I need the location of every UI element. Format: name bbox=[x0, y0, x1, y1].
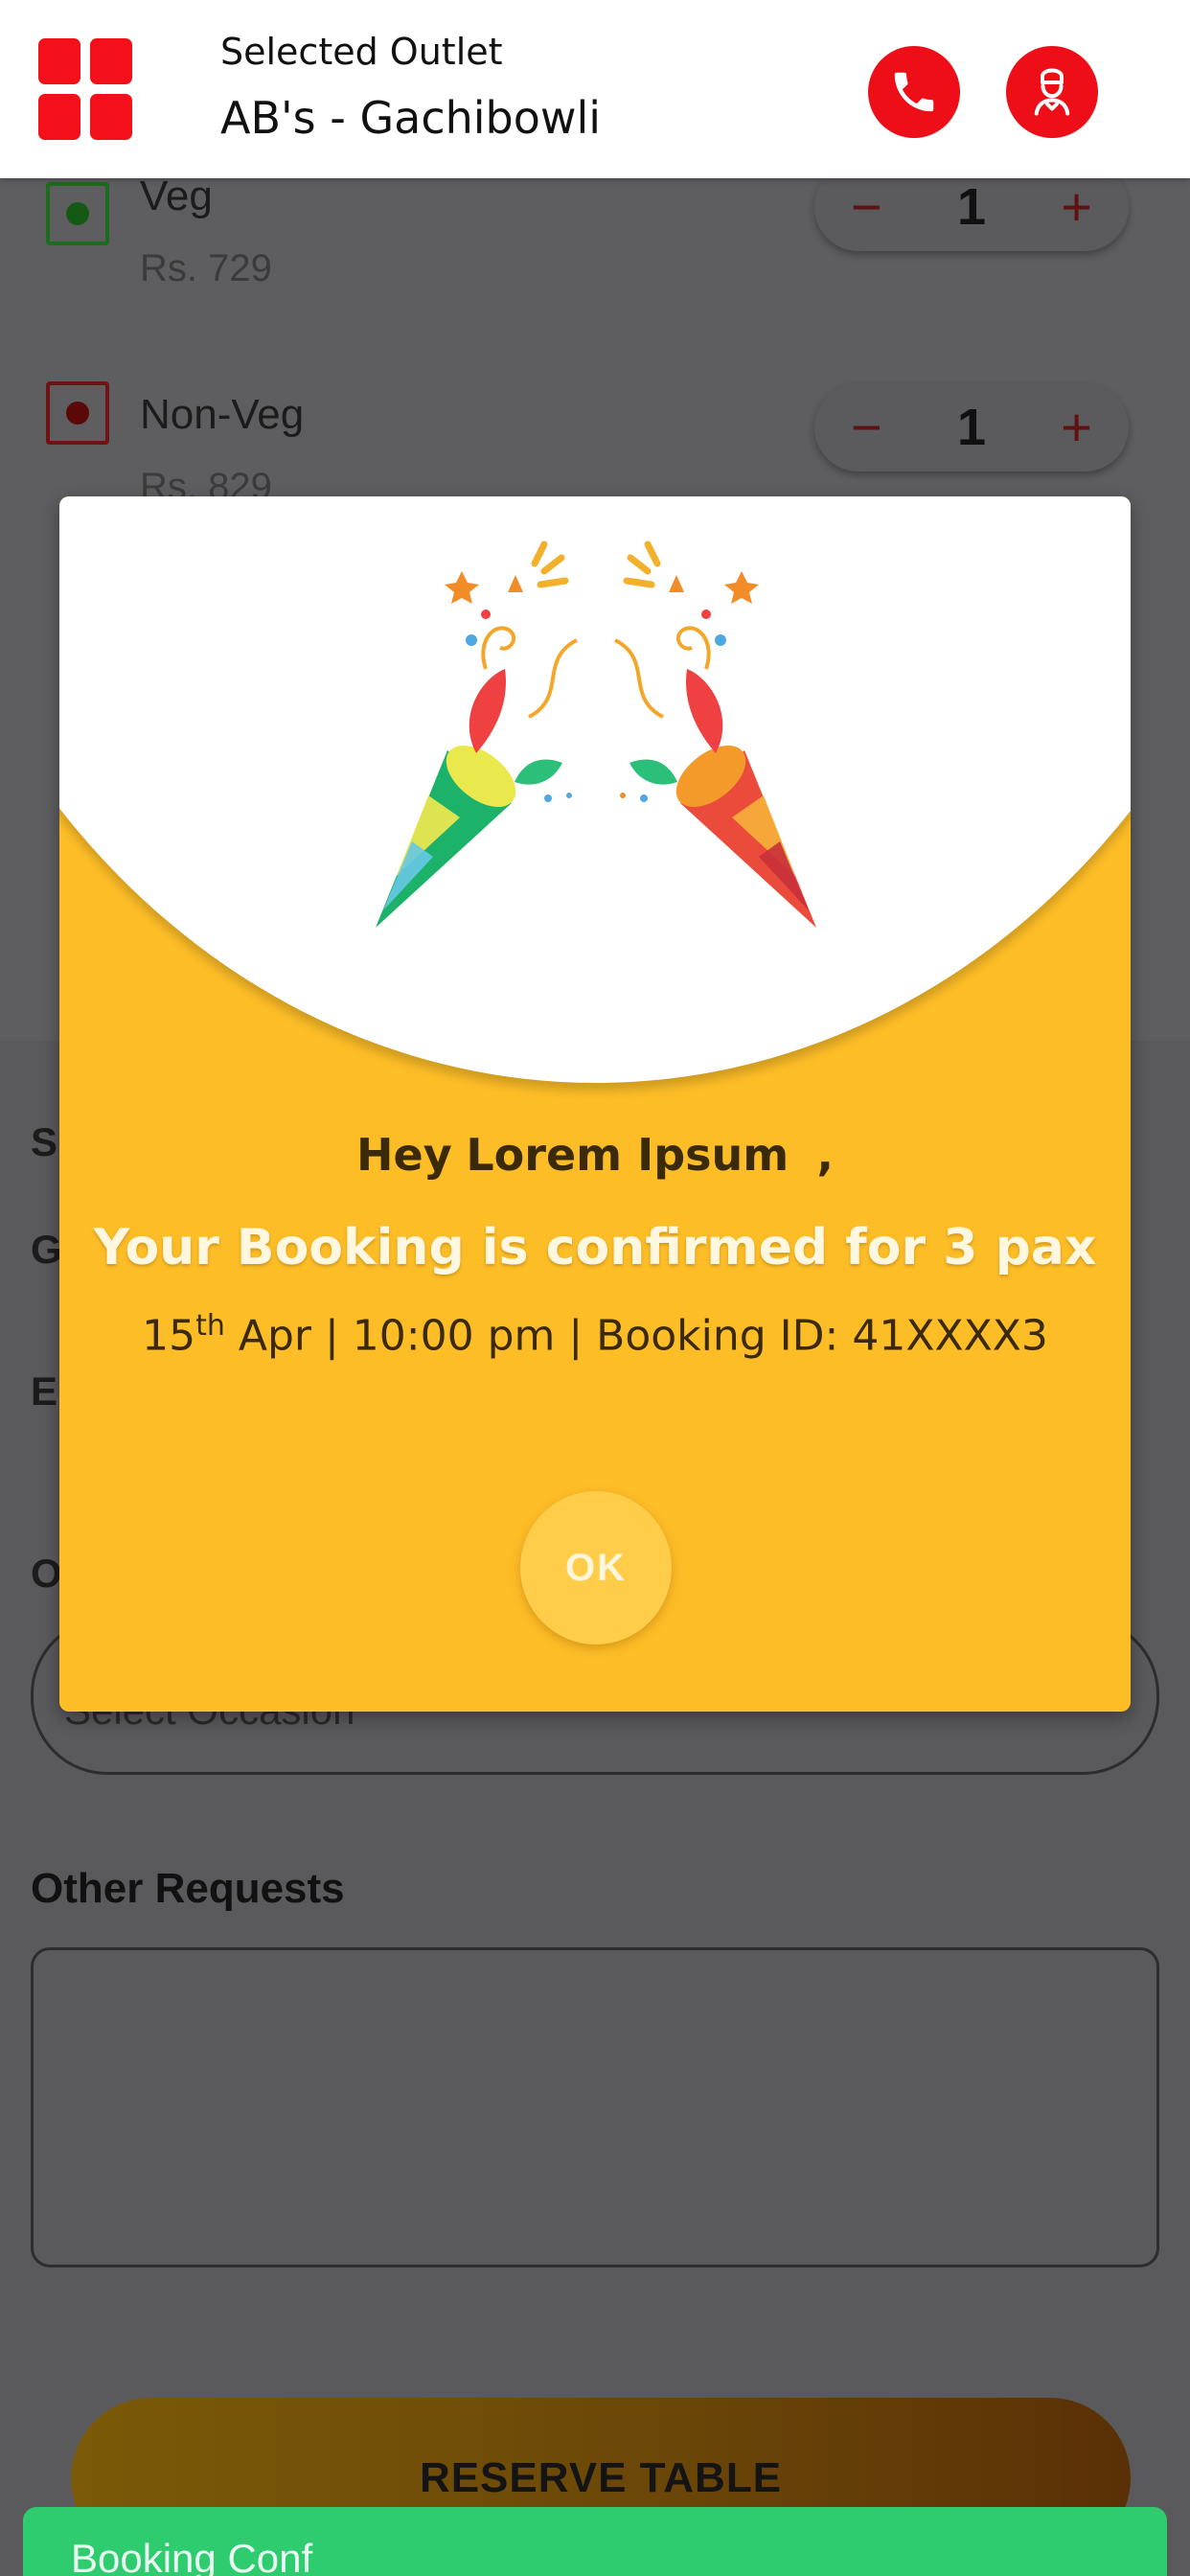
call-button[interactable] bbox=[868, 46, 960, 138]
grid-icon[interactable] bbox=[38, 38, 132, 140]
non-veg-indicator-icon bbox=[46, 381, 109, 445]
booking-details-rest: Apr | 10:00 pm | Booking ID: 41XXXX3 bbox=[224, 1311, 1048, 1361]
menu-item-price: Rs. 729 bbox=[140, 247, 272, 289]
menu-item-veg: Veg Rs. 729 − 1 + bbox=[0, 163, 1190, 355]
plus-button[interactable]: + bbox=[1061, 401, 1092, 454]
minus-button[interactable]: − bbox=[851, 180, 882, 234]
reserve-table-label: RESERVE TABLE bbox=[419, 2454, 783, 2501]
chef-icon bbox=[1034, 68, 1070, 116]
other-requests-label: Other Requests bbox=[31, 1865, 345, 1912]
booking-details: 15th Apr | 10:00 pm | Booking ID: 41XXXX… bbox=[59, 1309, 1131, 1361]
ok-button[interactable]: OK bbox=[520, 1491, 672, 1644]
ok-label: OK bbox=[565, 1546, 627, 1589]
greeting-prefix: Hey bbox=[356, 1129, 452, 1181]
menu-item-name: Non-Veg bbox=[140, 391, 305, 438]
form-section-label: O bbox=[31, 1551, 62, 1596]
other-requests-textarea[interactable] bbox=[31, 1947, 1159, 2267]
greeting-suffix: , bbox=[816, 1129, 834, 1181]
form-section-label: G bbox=[31, 1227, 62, 1272]
party-popper-icon bbox=[376, 540, 816, 928]
quantity-stepper: − 1 + bbox=[814, 383, 1129, 472]
form-section-label: S bbox=[31, 1119, 58, 1164]
chef-button[interactable] bbox=[1006, 46, 1098, 138]
confirmation-message: Your Booking is confirmed for 3 pax bbox=[93, 1219, 1097, 1276]
greeting-text: Hey Lorem Ipsum , bbox=[59, 1129, 1131, 1181]
quantity-value: 1 bbox=[956, 178, 987, 236]
veg-indicator-icon bbox=[46, 182, 109, 245]
selected-outlet-label: Selected Outlet bbox=[220, 31, 503, 73]
minus-button[interactable]: − bbox=[851, 401, 882, 454]
quantity-value: 1 bbox=[956, 399, 987, 456]
booking-date-day: 15 bbox=[142, 1311, 196, 1361]
phone-icon bbox=[894, 72, 934, 112]
menu-item-name: Veg bbox=[140, 172, 213, 219]
app-header: Selected Outlet AB's - Gachibowli bbox=[0, 0, 1190, 178]
plus-button[interactable]: + bbox=[1061, 180, 1092, 234]
booking-date-suffix: th bbox=[195, 1309, 225, 1343]
booking-confirmation-dialog: Hey Lorem Ipsum , Your Booking is confir… bbox=[59, 496, 1131, 1712]
outlet-name[interactable]: AB's - Gachibowli bbox=[220, 92, 601, 144]
form-section-label: E bbox=[31, 1368, 58, 1414]
toast-text: Booking Conf bbox=[71, 2536, 313, 2576]
user-name: Lorem Ipsum bbox=[466, 1129, 790, 1181]
booking-toast: Booking Conf bbox=[23, 2507, 1167, 2576]
